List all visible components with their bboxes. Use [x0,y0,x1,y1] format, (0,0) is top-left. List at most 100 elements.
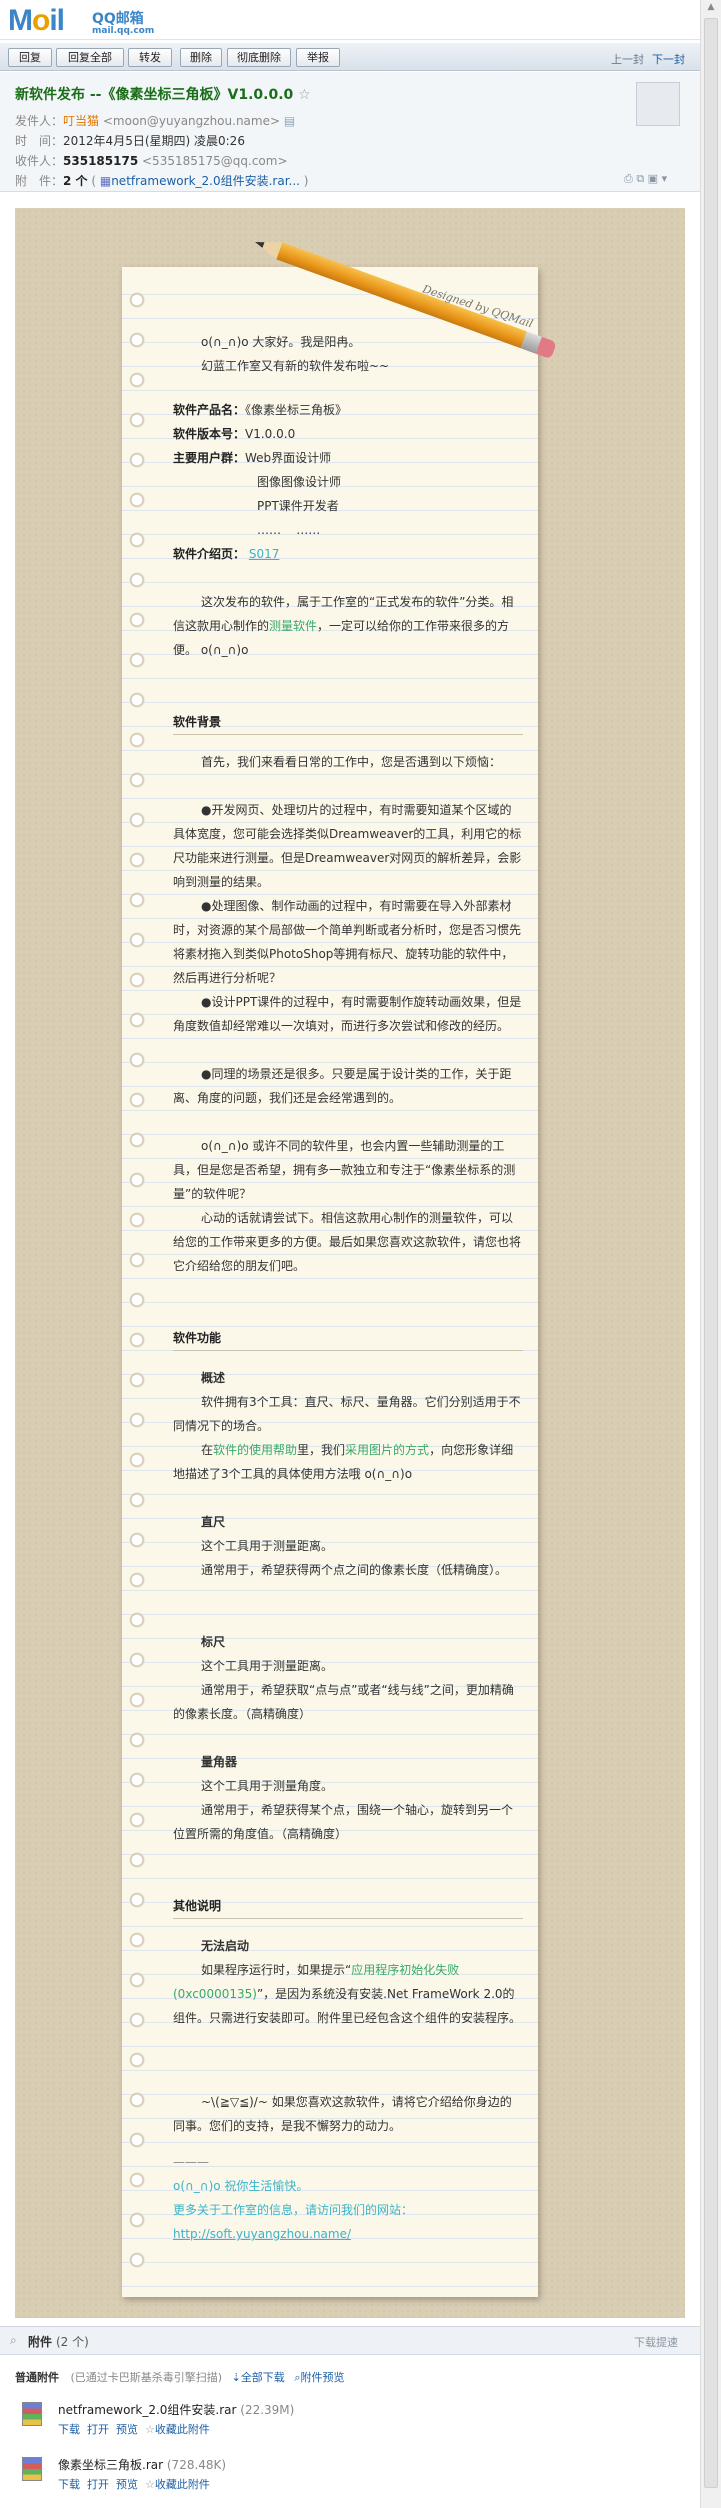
mail-header: 新软件发布 --《像素坐标三角板》V1.0.0.0 ☆ 发件人：叮当猫 <moo… [0,72,700,192]
save-icon[interactable]: ▣ [648,172,658,185]
greeting-line-2: 幻蓝工作室又有新的软件发布啦~~ [201,359,390,373]
scroll-up-arrow-icon[interactable]: ▲ [704,2,718,16]
normal-attachments-label: 普通附件 [15,2371,59,2384]
attachment-file-1[interactable]: netframework_2.0组件安装.rar (22.39M) [58,2401,294,2418]
measure-software-link[interactable]: 测量软件 [269,619,317,633]
no-start-title: 无法启动 [201,1939,250,1953]
protractor-p2: 通常用于，希望获得某个点，围绕一个轴心，旋转到另一个位置所需的角度值。（高精确度… [173,1803,514,1841]
scrollbar-thumb[interactable] [704,18,718,2488]
recipient-row: 收件人：535185175 <535185175@qq.com> [15,154,288,168]
download-link[interactable]: 下载 [58,2478,80,2491]
attachments-title: 附件 [28,2335,53,2349]
recipient-email: <535185175@qq.com> [142,154,288,168]
vertical-scrollbar[interactable]: ▲ [700,0,721,2508]
new-window-icon[interactable]: ⧉ [636,172,644,185]
attachment-file-2[interactable]: 像素坐标三角板.rar (728.48K) [58,2456,226,2473]
collect-link[interactable]: 收藏此附件 [155,2478,210,2491]
users-line-4: …… …… [257,523,321,537]
scan-note: (已通过卡巴斯基杀毒引擎扫描) [70,2371,223,2384]
overview-p2: 在软件的使用帮助里，我们采用图片的方式，向您形象详细地描述了3个工具的具体使用方… [173,1443,514,1481]
delete-forever-button[interactable]: 彻底删除 [227,48,291,67]
header-actions: ⎙ ⧉ ▣ ▾ [624,172,667,186]
signature-line-1: o(∩_∩)o 祝你生活愉快。 [173,2179,309,2193]
normal-attachments-row: 普通附件 (已通过卡巴斯基杀毒引擎扫描) ⇣全部下载 ⌕附件预览 [15,2369,344,2385]
background-p6: o(∩_∩)o 或许不同的软件里，也会内置一些辅助测量的工具，但是您是否希望，拥… [173,1139,516,1201]
forward-button[interactable]: 转发 [128,48,172,67]
sender-name[interactable]: 叮当猫 [63,114,99,128]
rar-file-icon [22,2457,42,2481]
signature-divider: ——— [173,2155,209,2169]
product-info: 软件产品名：《像素坐标三角板》 软件版本号：V1.0.0.0 主要用户群：Web… [173,398,523,542]
download-speed-link[interactable]: 下载提速 [634,2334,678,2350]
download-icon: ⇣ [231,2371,241,2384]
reply-all-button[interactable]: 回复全部 [56,48,124,67]
next-mail-link[interactable]: 下一封 [652,51,685,67]
image-method-link[interactable]: 采用图片的方式 [345,1443,429,1457]
toolbar: 回复 回复全部 转发 删除 彻底删除 举报 上一封 下一封 [0,43,700,71]
print-icon[interactable]: ⎙ [624,172,633,185]
thanks-p: ~\(≧▽≦)/~ 如果您喜欢这款软件，请将它介绍给你身边的同事。您们的支持，是… [173,2095,512,2133]
background-p2: ●开发网页、处理切片的过程中，有时需要知道某个区域的具体宽度，您可能会选择类似D… [173,803,522,889]
paperclip-icon: ⌕ [10,2333,17,2347]
background-section-title: 软件背景 [173,710,523,735]
sender-row: 发件人：叮当猫 <moon@yuyangzhou.name> ▤ [15,114,296,128]
attachment-count: 2 个 [63,174,88,188]
product-version-row: 软件版本号：V1.0.0.0 [173,427,296,441]
more-icon[interactable]: ▾ [662,172,668,185]
background-p3: ●处理图像、制作动画的过程中，有时需要在导入外部素材时，对资源的某个局部做一个简… [173,899,522,985]
preview-link[interactable]: 预览 [116,2423,138,2436]
qq-mail-domain: mail.qq.com [92,26,155,36]
preview-all-link[interactable]: ⌕附件预览 [294,2371,344,2384]
product-name-row: 软件产品名：《像素坐标三角板》 [173,403,348,417]
attachment-row: 附 件：2 个 ( ▦netframework_2.0组件安装.rar... ) [15,174,309,188]
preview-link[interactable]: 预览 [116,2478,138,2491]
reply-button[interactable]: 回复 [8,48,52,67]
rar-icon: ▦ [99,174,112,188]
time-row: 时 间：2012年4月5日(星期四) 凌晨0:26 [15,134,245,148]
mail-logo[interactable]: Moil [8,4,65,38]
protractor-p1: 这个工具用于测量角度。 [201,1779,334,1793]
contact-card-icon[interactable]: ▤ [284,114,295,128]
download-all-link[interactable]: ⇣全部下载 [232,2371,285,2384]
prev-mail-link[interactable]: 上一封 [611,51,644,67]
greeting-line-1: o(∩_∩)o 大家好。我是阳冉。 [201,335,361,349]
logo-bar: Moil QQ邮箱 mail.qq.com [0,0,721,40]
background-p7: 心动的话就请尝试下。相信这款用心制作的测量软件，可以给您的工作带来更多的方便。最… [173,1211,522,1273]
delete-button[interactable]: 删除 [180,48,222,67]
open-link[interactable]: 打开 [87,2478,109,2491]
download-link[interactable]: 下载 [58,2423,80,2436]
background-p1: 首先，我们来看看日常的工作中，您是否遇到以下烦恼： [201,755,502,769]
attachment-link[interactable]: netframework_2.0组件安装.rar... [111,174,300,188]
ruler-title: 直尺 [201,1515,226,1529]
background-p4: ●设计PPT课件的过程中，有时需要制作旋转动画效果，但是角度数值却经常难以一次填… [173,995,522,1033]
attachments-count: (2 个) [56,2335,89,2349]
ruler-p1: 这个工具用于测量距离。 [201,1539,334,1553]
open-link[interactable]: 打开 [87,2423,109,2436]
avatar[interactable] [636,82,680,126]
intro-paragraph: 这次发布的软件，属于工作室的“正式发布的软件”分类。相信这款用心制作的测量软件，… [173,595,514,657]
attachment-1-actions: 下载 打开 预览 ☆收藏此附件 [58,2421,210,2437]
intro-link[interactable]: S017 [249,547,280,561]
collect-link[interactable]: 收藏此附件 [155,2423,210,2436]
site-link-row: http://soft.yuyangzhou.name/ [173,2222,523,2246]
scale-p2: 通常用于，希望获取“点与点”或者“线与线”之间，更加精确的像素长度。（高精确度） [173,1683,514,1721]
intro-row: 软件介绍页： S017 [173,547,280,561]
overview-title: 概述 [201,1371,226,1385]
rar-file-icon [22,2402,42,2426]
star-icon[interactable]: ☆ [298,87,311,103]
features-section-title: 软件功能 [173,1326,523,1351]
sender-email: <moon@yuyangzhou.name> [102,114,281,128]
qq-mail-label: QQ邮箱 [92,11,144,27]
paper-holes [127,290,147,2290]
protractor-title: 量角器 [201,1755,238,1769]
ruler-p2: 通常用于，希望获得两个点之间的像素长度（低精确度）。 [201,1563,508,1577]
background-p5: ●同理的场景还是很多。只要是属于设计类的工作，关于距离、角度的问题，我们还是会经… [173,1067,512,1105]
other-section-title: 其他说明 [173,1894,523,1919]
report-button[interactable]: 举报 [296,48,340,67]
site-link[interactable]: http://soft.yuyangzhou.name/ [173,2227,351,2241]
collect-star-icon: ☆ [145,2478,155,2491]
product-users-row: 主要用户群：Web界面设计师 [173,451,332,465]
recipient-name[interactable]: 535185175 [63,154,138,168]
help-link[interactable]: 软件的使用帮助 [213,1443,297,1457]
scale-p1: 这个工具用于测量距离。 [201,1659,334,1673]
